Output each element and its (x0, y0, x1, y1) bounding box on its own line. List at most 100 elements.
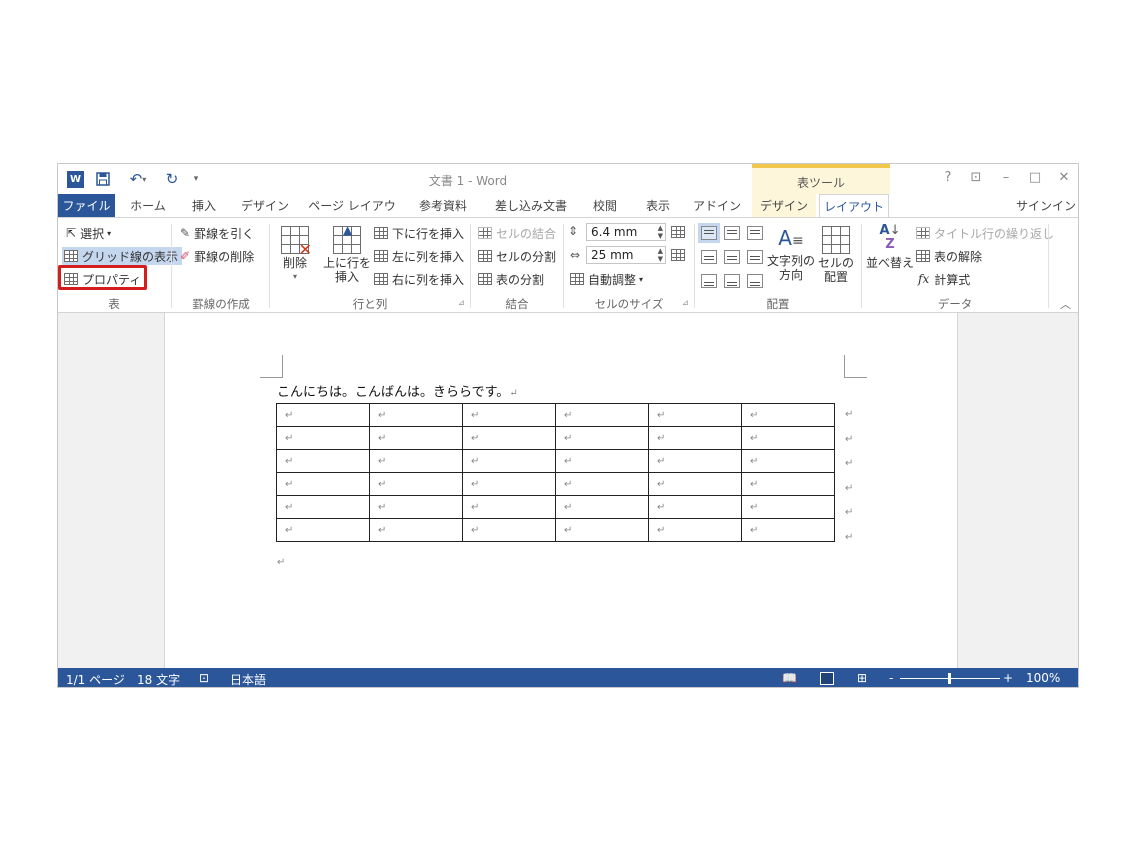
table-cell[interactable]: ↵ (555, 449, 649, 473)
document-page[interactable]: こんにちは。こんばんは。きららです。↵ ↵ ↵ ↵ ↵ ↵ ↵ ↵ ↵ ↵ ↵ ↵ ↵ ↵ ↵ ↵ ↵ ↵ ↵ ↵ ↵… (164, 313, 958, 673)
table-cell[interactable]: ↵ (462, 518, 556, 542)
print-layout-icon[interactable] (820, 672, 834, 685)
row-height-input[interactable]: 6.4 mm ▲ ▼ (586, 223, 666, 241)
collapse-ribbon-icon[interactable]: ︿ (1060, 296, 1071, 312)
maximize-button[interactable]: □ (1025, 170, 1045, 185)
help-button[interactable]: ? (938, 170, 958, 185)
align-top-left-button[interactable] (698, 223, 720, 243)
undo-icon[interactable]: ↶ ▾ (124, 170, 152, 188)
autofit-button[interactable]: 自動調整 ▾ (570, 270, 643, 288)
table-cell[interactable]: ↵ (369, 449, 463, 473)
convert-to-text-button[interactable]: 表の解除 (916, 247, 982, 265)
align-bottom-right-button[interactable] (747, 274, 763, 288)
table-cell[interactable]: ↵ (741, 495, 835, 519)
tab-page-layout[interactable]: ページ レイアウト (304, 194, 400, 237)
table-cell[interactable]: ↵ (276, 426, 370, 450)
zoom-out-button[interactable]: - (889, 671, 893, 685)
table-cell[interactable]: ↵ (741, 518, 835, 542)
tab-references[interactable]: 参考資料 (410, 194, 476, 218)
align-bottom-center-button[interactable] (724, 274, 740, 288)
table-cell[interactable]: ↵ (369, 495, 463, 519)
align-bottom-left-button[interactable] (701, 274, 717, 288)
minimize-button[interactable]: – (996, 170, 1016, 185)
table-cell[interactable]: ↵ (462, 495, 556, 519)
table-cell[interactable]: ↵ (648, 472, 742, 496)
word-count[interactable]: 18 文字 (137, 671, 180, 687)
table-cell[interactable]: ↵ (369, 472, 463, 496)
table-cell[interactable]: ↵ (462, 403, 556, 427)
table-cell[interactable]: ↵ (276, 518, 370, 542)
table-cell[interactable]: ↵ (648, 403, 742, 427)
column-width-input[interactable]: 25 mm ▲ ▼ (586, 246, 666, 264)
table-cell[interactable]: ↵ (555, 403, 649, 427)
tab-mailings[interactable]: 差し込み文書 (486, 194, 576, 218)
table-cell[interactable]: ↵ (648, 449, 742, 473)
web-layout-icon[interactable]: ⊞ (857, 671, 867, 685)
sort-button[interactable]: A↓ Z 並べ替え (866, 224, 914, 271)
table-cell[interactable]: ↵ (648, 518, 742, 542)
select-button[interactable]: ⇱ 選択 ▾ (66, 224, 111, 242)
dialog-launcher-icon[interactable]: ⊿ (682, 298, 689, 307)
table-cell[interactable]: ↵ (555, 518, 649, 542)
read-mode-icon[interactable]: 📖 (782, 671, 797, 685)
insert-above-button[interactable]: ▲ 上に行を 挿入 (322, 223, 372, 284)
insert-right-button[interactable]: 右に列を挿入 (374, 270, 464, 288)
table-cell[interactable]: ↵ (276, 495, 370, 519)
tab-table-layout[interactable]: レイアウト (819, 194, 889, 218)
text-direction-button[interactable]: A≡ 文字列の 方向 (764, 224, 818, 282)
language-indicator[interactable]: 日本語 (230, 671, 266, 687)
tab-view[interactable]: 表示 (636, 194, 680, 218)
table-cell[interactable]: ↵ (369, 403, 463, 427)
table-cell[interactable]: ↵ (741, 426, 835, 450)
cell-margins-button[interactable]: セルの 配置 (816, 226, 856, 284)
proofing-icon[interactable]: ⊡ (199, 671, 209, 685)
table-cell[interactable]: ↵ (555, 472, 649, 496)
table-cell[interactable]: ↵ (741, 472, 835, 496)
table-cell[interactable]: ↵ (369, 518, 463, 542)
table-cell[interactable]: ↵ (555, 495, 649, 519)
draw-table-button[interactable]: ✎ 罫線を引く (180, 224, 254, 242)
close-button[interactable]: ✕ (1054, 170, 1074, 185)
ribbon-display-button[interactable]: ⊡ (966, 170, 986, 185)
table-cell[interactable]: ↵ (462, 426, 556, 450)
redo-icon[interactable]: ↻ (162, 170, 182, 188)
table-cell[interactable]: ↵ (276, 403, 370, 427)
align-top-right-button[interactable] (747, 226, 763, 240)
tab-addins[interactable]: アドイン (690, 194, 744, 218)
view-gridlines-button[interactable]: グリッド線の表示 (62, 247, 183, 265)
table-cell[interactable]: ↵ (741, 449, 835, 473)
tab-design[interactable]: デザイン (238, 194, 292, 218)
tab-file[interactable]: ファイル (58, 194, 115, 218)
table-cell[interactable]: ↵ (462, 472, 556, 496)
document-paragraph[interactable]: こんにちは。こんばんは。きららです。↵ (277, 381, 518, 400)
zoom-level[interactable]: 100% (1026, 671, 1060, 685)
page-count[interactable]: 1/1 ページ (66, 671, 125, 687)
customize-qat-icon[interactable]: ▾ (189, 171, 203, 187)
zoom-slider-thumb[interactable] (948, 673, 951, 684)
table-cell[interactable]: ↵ (741, 403, 835, 427)
align-top-center-button[interactable] (724, 226, 740, 240)
zoom-in-button[interactable]: + (1003, 671, 1013, 685)
table-cell[interactable]: ↵ (276, 449, 370, 473)
formula-button[interactable]: fx 計算式 (918, 270, 970, 288)
table-cell[interactable]: ↵ (369, 426, 463, 450)
tab-insert[interactable]: 挿入 (182, 194, 226, 218)
eraser-button[interactable]: ✐ 罫線の削除 (180, 247, 254, 265)
align-middle-center-button[interactable] (724, 250, 740, 264)
tab-home[interactable]: ホーム (122, 194, 174, 218)
align-middle-right-button[interactable] (747, 250, 763, 264)
table-cell[interactable]: ↵ (276, 472, 370, 496)
tab-review[interactable]: 校閲 (584, 194, 626, 218)
table-cell[interactable]: ↵ (462, 449, 556, 473)
repeat-header-rows-button[interactable]: タイトル行の繰り返し (916, 224, 1054, 242)
split-cells-button[interactable]: セルの分割 (478, 247, 556, 265)
table-cell[interactable]: ↵ (555, 426, 649, 450)
table-cell[interactable]: ↵ (648, 495, 742, 519)
insert-left-button[interactable]: 左に列を挿入 (374, 247, 464, 265)
delete-button[interactable]: ✕ 削除 ▾ (276, 226, 314, 284)
align-middle-left-button[interactable] (701, 250, 717, 264)
save-icon[interactable] (95, 171, 111, 187)
document-table[interactable]: ↵ ↵ ↵ ↵ ↵ ↵ ↵ ↵ ↵ ↵ ↵ ↵ ↵ ↵ ↵ ↵ ↵ ↵ ↵ ↵ ↵ ↵ ↵ ↵ ↵ ↵ ↵ ↵ ↵ ↵ ↵ ↵ ↵ ↵ ↵ ↵ (276, 403, 835, 542)
sign-in-link[interactable]: サインイン (1016, 194, 1076, 218)
merge-cells-button[interactable]: セルの結合 (478, 224, 556, 242)
